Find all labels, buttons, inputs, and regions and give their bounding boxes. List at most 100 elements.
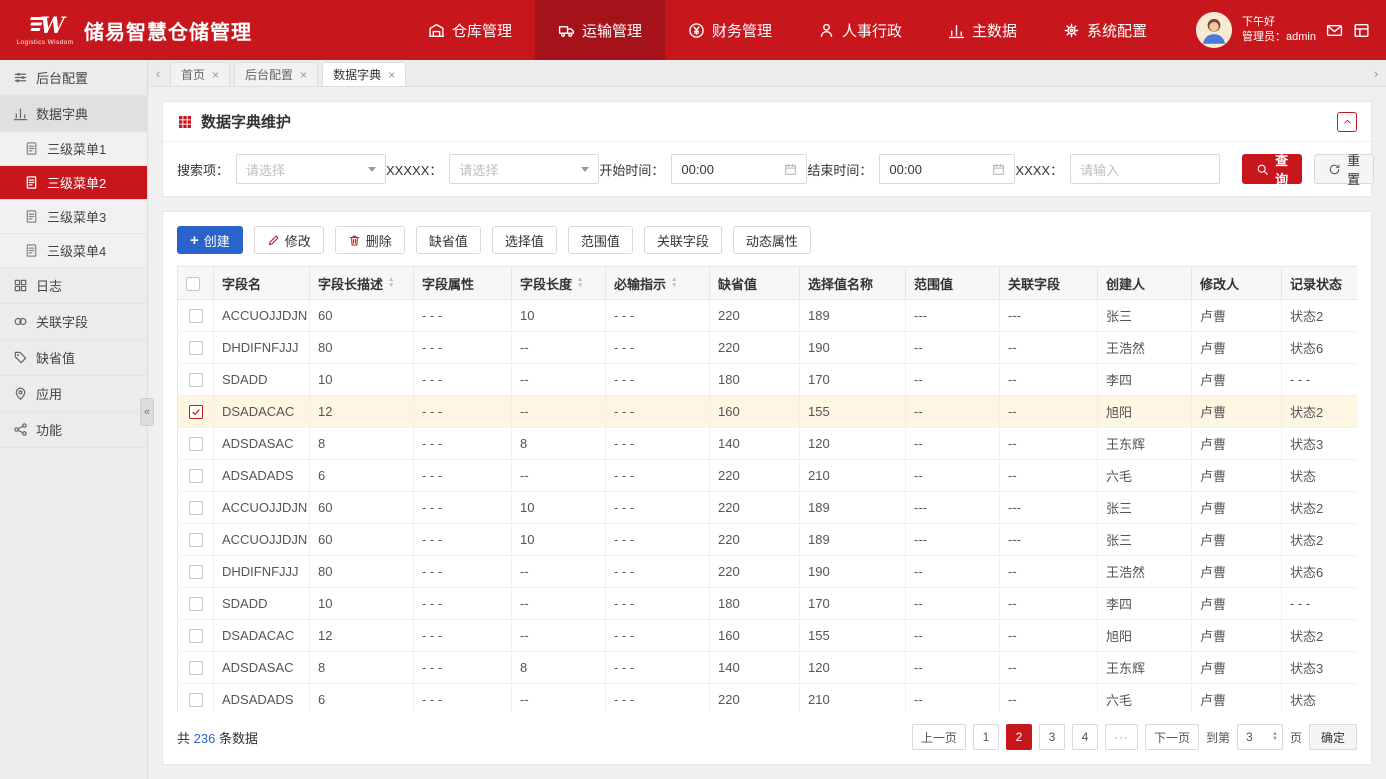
row-checkbox[interactable] (189, 629, 203, 643)
xxxx-input[interactable]: 请输入 (1070, 154, 1220, 184)
row-checkbox[interactable] (189, 501, 203, 515)
row-checkbox[interactable] (189, 341, 203, 355)
nav-item-masterdata[interactable]: 主数据 (925, 0, 1040, 60)
filter-label: 开始时间： (599, 160, 664, 179)
select-all-checkbox[interactable] (186, 277, 200, 291)
reset-button[interactable]: 重置 (1314, 154, 1374, 184)
sidebar-item-related-fields[interactable]: 关联字段 (0, 304, 147, 340)
start-time-input[interactable]: 00:00 (671, 154, 807, 184)
select-value-button[interactable]: 选择值 (492, 226, 557, 254)
sidebar-item-data-dictionary[interactable]: 数据字典 (0, 96, 147, 132)
row-checkbox[interactable] (189, 533, 203, 547)
row-checkbox[interactable] (189, 309, 203, 323)
column-header[interactable]: 字段长度▲▼ (512, 267, 606, 300)
table-row[interactable]: DHDIFNFJJJ80- - ---- - -220190----王浩然卢曹状… (178, 556, 1358, 588)
modify-button[interactable]: 修改 (254, 226, 324, 254)
panel-collapse-button[interactable] (1337, 112, 1357, 132)
spinner-icon[interactable]: ▲▼ (1272, 732, 1278, 743)
page-3-button[interactable]: 3 (1039, 724, 1065, 750)
nav-item-hr[interactable]: 人事行政 (795, 0, 925, 60)
table-row[interactable]: DSADACAC12- - ---- - -160155----旭阳卢曹状态2 (178, 396, 1358, 428)
delete-button[interactable]: 删除 (335, 226, 405, 254)
nav-item-label: 仓库管理 (452, 20, 512, 41)
nav-item-warehouse[interactable]: 仓库管理 (405, 0, 535, 60)
table-row[interactable]: ACCUOJJDJN60- - -10- - -220189------张三卢曹… (178, 492, 1358, 524)
table-row[interactable]: DSADACAC12- - ---- - -160155----旭阳卢曹状态2 (178, 620, 1358, 652)
logo: W Logistics Wisdom (14, 14, 76, 47)
page-1-button[interactable]: 1 (973, 724, 999, 750)
sort-icon[interactable]: ▲▼ (577, 277, 583, 288)
nav-item-finance[interactable]: 财务管理 (665, 0, 795, 60)
table-row[interactable]: DHDIFNFJJJ80- - ---- - -220190----王浩然卢曹状… (178, 332, 1358, 364)
row-checkbox[interactable] (189, 693, 203, 707)
sort-icon[interactable]: ▲▼ (388, 277, 394, 288)
table-row[interactable]: ADSDASAC8- - -8- - -140120----王东辉卢曹状态3 (178, 652, 1358, 684)
search-item-select[interactable]: 请选择 (236, 154, 386, 184)
default-value-button[interactable]: 缺省值 (416, 226, 481, 254)
sort-icon[interactable]: ▲▼ (671, 277, 677, 288)
range-value-button[interactable]: 范围值 (568, 226, 633, 254)
table-row[interactable]: ACCUOJJDJN60- - -10- - -220189------张三卢曹… (178, 300, 1358, 332)
tab-backend-config[interactable]: 后台配置× (234, 62, 318, 86)
row-checkbox[interactable] (189, 373, 203, 387)
row-checkbox[interactable] (189, 469, 203, 483)
dynamic-attr-button[interactable]: 动态属性 (733, 226, 811, 254)
tabs-scroll-right-icon[interactable]: › (1366, 60, 1386, 86)
query-button[interactable]: 查询 (1242, 154, 1302, 184)
tab-data-dictionary[interactable]: 数据字典× (322, 62, 406, 86)
page-ellipsis[interactable]: ··· (1105, 724, 1138, 750)
confirm-button[interactable]: 确定 (1309, 724, 1357, 750)
total-count: 共 236 条数据 (177, 728, 258, 747)
row-checkbox[interactable] (189, 661, 203, 675)
sidebar-item-functions[interactable]: 功能 (0, 412, 147, 448)
sidebar-item-submenu-4[interactable]: 三级菜单4 (0, 234, 147, 268)
nav-item-transport[interactable]: 运输管理 (535, 0, 665, 60)
table-row[interactable]: ADSDASAC8- - -8- - -140120----王东辉卢曹状态3 (178, 428, 1358, 460)
table-row[interactable]: SDADD10- - ---- - -180170----李四卢曹- - - (178, 364, 1358, 396)
table-row[interactable]: ADSADADS6- - ---- - -220210----六毛卢曹状态 (178, 684, 1358, 713)
table-cell: SDADD (214, 364, 310, 396)
layout-icon[interactable] (1353, 22, 1370, 39)
sidebar-item-submenu-3[interactable]: 三级菜单3 (0, 200, 147, 234)
table-row[interactable]: ACCUOJJDJN60- - -10- - -220189------张三卢曹… (178, 524, 1358, 556)
table-row[interactable]: SDADD10- - ---- - -180170----李四卢曹- - - (178, 588, 1358, 620)
sidebar-item-default-values[interactable]: 缺省值 (0, 340, 147, 376)
table-cell: - - - (606, 492, 710, 524)
page-4-button[interactable]: 4 (1072, 724, 1098, 750)
greeting-text: 下午好 (1242, 15, 1316, 30)
sidebar-item-submenu-1[interactable]: 三级菜单1 (0, 132, 147, 166)
nav-item-sysconfig[interactable]: 系统配置 (1040, 0, 1170, 60)
sidebar-item-submenu-2[interactable]: 三级菜单2 (0, 166, 147, 200)
column-header[interactable]: 字段长描述▲▼ (310, 267, 414, 300)
table-cell: 180 (710, 364, 800, 396)
tabs-scroll-left-icon[interactable]: ‹ (148, 60, 168, 86)
related-field-button[interactable]: 关联字段 (644, 226, 722, 254)
tab-close-icon[interactable]: × (300, 68, 307, 82)
page-jump-input[interactable]: 3▲▼ (1237, 724, 1283, 750)
tab-home[interactable]: 首页× (170, 62, 230, 86)
next-page-button[interactable]: 下一页 (1145, 724, 1199, 750)
table-row[interactable]: ADSADADS6- - ---- - -220210----六毛卢曹状态 (178, 460, 1358, 492)
sidebar-item-logs[interactable]: 日志 (0, 268, 147, 304)
row-checkbox[interactable] (189, 437, 203, 451)
end-time-input[interactable]: 00:00 (879, 154, 1015, 184)
row-checkbox[interactable] (189, 565, 203, 579)
create-button[interactable]: +创建 (177, 226, 243, 254)
tab-close-icon[interactable]: × (388, 68, 395, 82)
row-checkbox[interactable] (189, 597, 203, 611)
table-cell: 张三 (1098, 524, 1192, 556)
sidebar-item-application[interactable]: 应用 (0, 376, 147, 412)
page-2-button[interactable]: 2 (1006, 724, 1032, 750)
tab-close-icon[interactable]: × (212, 68, 219, 82)
sidebar-item-backend-config[interactable]: 后台配置 (0, 60, 147, 96)
toolbar: +创建修改删除缺省值选择值范围值关联字段动态属性 (177, 226, 1357, 254)
sidebar-collapse-handle[interactable]: « (140, 398, 154, 426)
table-cell: 220 (710, 556, 800, 588)
column-header[interactable]: 必输指示▲▼ (606, 267, 710, 300)
mail-icon[interactable] (1326, 22, 1343, 39)
xxxxx-select[interactable]: 请选择 (449, 154, 599, 184)
row-checkbox[interactable] (189, 405, 203, 419)
prev-page-button[interactable]: 上一页 (912, 724, 966, 750)
avatar[interactable] (1196, 12, 1232, 48)
table-cell: 状态6 (1282, 556, 1358, 588)
